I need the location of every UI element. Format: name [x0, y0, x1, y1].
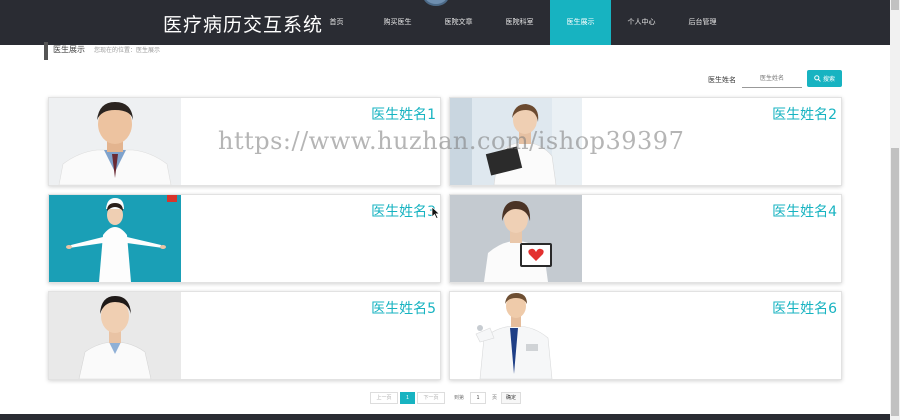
doctor-name[interactable]: 医生姓名3: [371, 201, 436, 221]
doctor-photo[interactable]: [49, 195, 181, 282]
doctor-photo[interactable]: [450, 195, 582, 282]
goto-page-input[interactable]: [470, 392, 486, 404]
main-nav: 首页 购买医生 医院文章 医院科室 医生展示 个人中心 后台管理: [306, 0, 733, 45]
doctor-card[interactable]: 医生姓名3: [48, 194, 441, 283]
doctor-card[interactable]: 医生姓名1: [48, 97, 441, 186]
breadcrumb: 您现在的位置：医生展示: [94, 47, 161, 54]
search-button[interactable]: 搜索: [807, 70, 842, 87]
footer-bar: [0, 414, 890, 420]
page-scrollbar[interactable]: [890, 0, 900, 420]
nav-articles[interactable]: 医院文章: [428, 0, 489, 45]
breadcrumb-marker: [44, 42, 48, 60]
page-title: 医生展示: [53, 45, 85, 54]
search-input[interactable]: [742, 70, 802, 88]
doctor-card[interactable]: 医生姓名4: [449, 194, 842, 283]
search-label: 医生姓名: [708, 76, 736, 84]
goto-prefix: 到第: [454, 395, 465, 401]
nav-home[interactable]: 首页: [306, 0, 367, 45]
top-navbar: 医疗病历交互系统 首页 购买医生 医院文章 医院科室 医生展示 个人中心 后台管…: [0, 0, 890, 45]
scrollbar-thumb[interactable]: [891, 148, 899, 416]
nav-buy-doctor[interactable]: 购买医生: [367, 0, 428, 45]
page-number-current[interactable]: 1: [400, 392, 415, 404]
nav-personal-center[interactable]: 个人中心: [611, 0, 672, 45]
doctor-photo[interactable]: [450, 292, 582, 379]
doctor-photo[interactable]: [450, 98, 582, 185]
doctor-name[interactable]: 医生姓名6: [772, 298, 837, 318]
nav-departments[interactable]: 医院科室: [489, 0, 550, 45]
prev-page-button[interactable]: 上一页: [370, 392, 398, 404]
doctor-name[interactable]: 医生姓名4: [772, 201, 837, 221]
scrollbar-top[interactable]: [891, 0, 899, 10]
goto-confirm-button[interactable]: 确定: [501, 392, 521, 404]
mouse-cursor-icon: [431, 206, 440, 219]
doctor-name[interactable]: 医生姓名1: [371, 104, 436, 124]
doctor-card[interactable]: 医生姓名2: [449, 97, 842, 186]
goto-suffix: 页: [492, 395, 498, 401]
site-title: 医疗病历交互系统: [163, 14, 324, 36]
search-icon: [814, 75, 821, 82]
doctor-card[interactable]: 医生姓名6: [449, 291, 842, 380]
doctor-photo[interactable]: [49, 292, 181, 379]
doctor-photo[interactable]: [49, 98, 181, 185]
next-page-button[interactable]: 下一页: [417, 392, 445, 404]
nav-doctors[interactable]: 医生展示: [550, 0, 611, 45]
doctor-card[interactable]: 医生姓名5: [48, 291, 441, 380]
nav-admin[interactable]: 后台管理: [672, 0, 733, 45]
doctor-name[interactable]: 医生姓名2: [772, 104, 837, 124]
search-button-label: 搜索: [822, 76, 835, 83]
doctor-name[interactable]: 医生姓名5: [371, 298, 436, 318]
